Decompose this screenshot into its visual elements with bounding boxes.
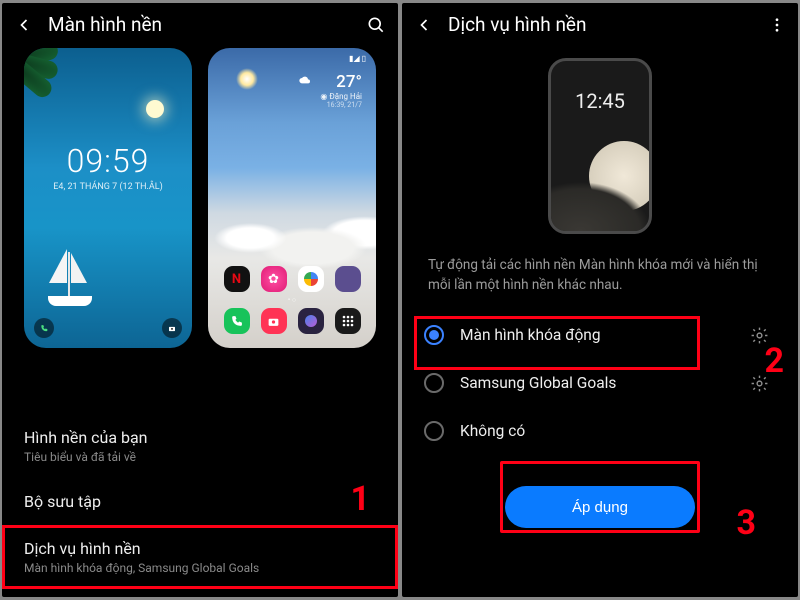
lock-date: E4, 21 THÁNG 7 (12 TH.ÂL)	[24, 182, 192, 192]
weather-icon	[298, 74, 314, 90]
option-label: Samsung Global Goals	[460, 374, 724, 392]
phone-shortcut-icon	[34, 318, 54, 338]
header: Màn hình nền	[2, 3, 398, 44]
weather-widget: 27° ◉ Đặng Hải 16:39, 21/7	[320, 72, 362, 109]
section-sub: Tiêu biểu và đã tải về	[24, 450, 376, 464]
annotation-1: 1	[350, 479, 370, 519]
back-icon[interactable]	[414, 15, 434, 35]
wallpaper-settings-screen: Màn hình nền 09:59 E4, 21 THÁNG 7 (12 TH…	[2, 3, 398, 597]
dock-row	[208, 308, 376, 334]
apply-button[interactable]: Áp dụng	[505, 486, 695, 528]
app-icon: ✿	[261, 266, 287, 292]
option-dynamic-lockscreen[interactable]: Màn hình khóa động	[402, 311, 798, 359]
option-none[interactable]: Không có	[402, 407, 798, 455]
section-label: Bộ sưu tập	[24, 492, 376, 511]
more-icon[interactable]	[768, 16, 786, 34]
radio-selected-icon[interactable]	[424, 325, 444, 345]
your-wallpapers-section[interactable]: Hình nền của bạn Tiêu biểu và đã tải về	[2, 414, 398, 478]
wallpaper-services-section[interactable]: Dịch vụ hình nền Màn hình khóa động, Sam…	[2, 525, 398, 589]
apps-drawer-icon	[335, 308, 361, 334]
app-row: N ✿	[208, 266, 376, 292]
search-icon[interactable]	[366, 15, 386, 35]
phone-app-icon	[224, 308, 250, 334]
annotation-box-3: Áp dụng	[500, 461, 700, 533]
radio-icon[interactable]	[424, 421, 444, 441]
weather-location: ◉ Đặng Hải	[320, 92, 362, 101]
option-label: Màn hình khóa động	[460, 326, 724, 344]
weather-updated: 16:39, 21/7	[320, 101, 362, 109]
page-title: Dịch vụ hình nền	[448, 13, 754, 36]
option-global-goals[interactable]: Samsung Global Goals	[402, 359, 798, 407]
wallpaper-previews: 09:59 E4, 21 THÁNG 7 (12 TH.ÂL) ▮◢ ▯ 27°…	[2, 44, 398, 358]
wallpaper-service-screen: Dịch vụ hình nền 12:45 Tự động tải các h…	[402, 3, 798, 597]
app-icon: N	[224, 266, 250, 292]
browser-app-icon	[298, 308, 324, 334]
radio-icon[interactable]	[424, 373, 444, 393]
option-label: Không có	[460, 422, 778, 440]
status-bar: ▮◢ ▯	[349, 54, 366, 64]
back-icon[interactable]	[14, 15, 34, 35]
app-icon	[335, 266, 361, 292]
annotation-3: 3	[736, 503, 756, 543]
service-preview: 12:45	[540, 50, 660, 240]
section-label: Dịch vụ hình nền	[24, 539, 376, 558]
page-title: Màn hình nền	[48, 13, 352, 36]
weather-temp: 27°	[320, 72, 362, 92]
camera-shortcut-icon	[162, 318, 182, 338]
homescreen-preview[interactable]: ▮◢ ▯ 27° ◉ Đặng Hải 16:39, 21/7 N ✿ • ○	[208, 48, 376, 348]
header: Dịch vụ hình nền	[402, 3, 798, 44]
app-icon	[298, 266, 324, 292]
collection-section[interactable]: Bộ sưu tập	[2, 478, 398, 525]
lock-time: 09:59	[24, 142, 192, 180]
section-sub: Màn hình khóa động, Samsung Global Goals	[24, 561, 376, 575]
camera-app-icon	[261, 308, 287, 334]
annotation-2: 2	[764, 341, 784, 381]
preview-time: 12:45	[551, 89, 649, 113]
section-label: Hình nền của bạn	[24, 428, 376, 447]
service-description: Tự động tải các hình nền Màn hình khóa m…	[402, 254, 798, 311]
lockscreen-preview[interactable]: 09:59 E4, 21 THÁNG 7 (12 TH.ÂL)	[24, 48, 192, 348]
